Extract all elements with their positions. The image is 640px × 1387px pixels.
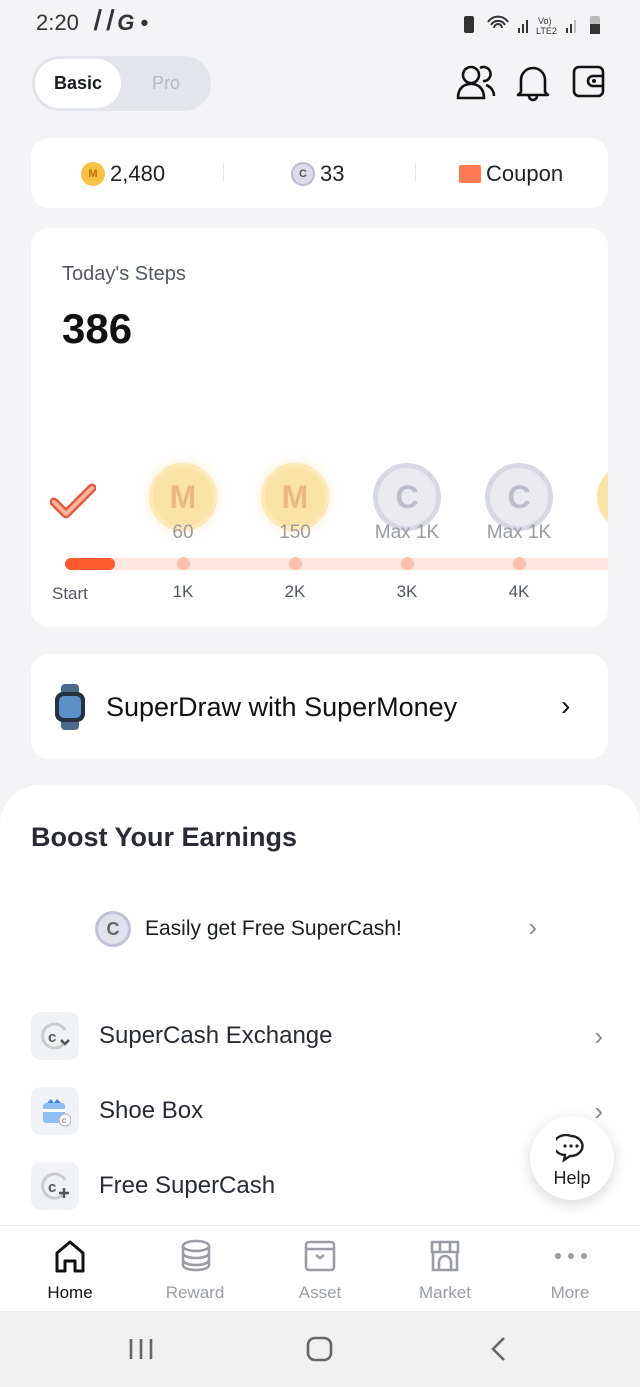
tick-label: 3K bbox=[396, 582, 418, 601]
store-icon bbox=[430, 1240, 460, 1272]
coupon-button[interactable]: Coupon bbox=[459, 161, 563, 187]
balance-card: M 2,480 C 33 Coupon bbox=[31, 138, 608, 208]
supercash-balance[interactable]: C 33 bbox=[291, 161, 344, 187]
status-time: 2:20 bbox=[36, 10, 79, 35]
tab-label: Market bbox=[419, 1283, 471, 1302]
smartwatch-icon bbox=[55, 684, 85, 730]
tab-market[interactable]: Market bbox=[381, 1225, 509, 1311]
divider bbox=[223, 164, 224, 182]
progress-fill bbox=[65, 558, 115, 570]
milestone-reward: 150 bbox=[279, 522, 311, 543]
steps-title: Today's Steps bbox=[62, 263, 186, 285]
milestone-coin-m: M bbox=[261, 463, 329, 531]
help-button[interactable]: Help bbox=[530, 1116, 614, 1200]
list-item-label: Free SuperCash bbox=[99, 1172, 276, 1199]
milestone-coin-partial bbox=[597, 463, 608, 531]
list-item-label: Shoe Box bbox=[99, 1097, 204, 1124]
superdraw-banner[interactable]: SuperDraw with SuperMoney › bbox=[31, 654, 608, 759]
supermoney-value: 2,480 bbox=[110, 161, 166, 186]
promo-label: Easily get Free SuperCash! bbox=[145, 917, 402, 940]
plan-toggle[interactable]: Basic Pro bbox=[32, 56, 211, 111]
tick-label: 4K bbox=[508, 582, 530, 601]
supercash-coin-icon: C bbox=[95, 911, 131, 947]
milestone-reward: Max 1K bbox=[374, 522, 440, 543]
tab-label: More bbox=[550, 1283, 590, 1302]
coins-stack-icon bbox=[181, 1239, 211, 1272]
list-item-shoe-box[interactable]: c Shoe Box › bbox=[31, 1085, 609, 1137]
svg-text:c: c bbox=[48, 1029, 56, 1046]
tab-asset[interactable]: Asset bbox=[256, 1225, 384, 1311]
list-item-supercash-exchange[interactable]: c SuperCash Exchange › bbox=[31, 1010, 609, 1062]
milestone-coin-c: C bbox=[373, 463, 441, 531]
tab-label: Home bbox=[47, 1283, 93, 1302]
free-supercash-promo[interactable]: C Easily get Free SuperCash! › bbox=[95, 908, 545, 950]
svg-text:c: c bbox=[48, 1179, 56, 1196]
help-label: Help bbox=[553, 1168, 591, 1188]
svg-text:LTE2: LTE2 bbox=[536, 26, 557, 36]
wallet-icon[interactable] bbox=[572, 65, 606, 99]
chevron-right-icon: › bbox=[528, 912, 537, 942]
supermoney-balance[interactable]: M 2,480 bbox=[81, 161, 165, 187]
progress-track bbox=[65, 558, 608, 570]
home-system-icon[interactable] bbox=[306, 1336, 334, 1362]
tick-label: 2K bbox=[284, 582, 306, 601]
tab-label: Reward bbox=[165, 1283, 225, 1302]
milestone-dot bbox=[177, 557, 190, 570]
svg-text:c: c bbox=[62, 1116, 66, 1125]
milestone-coin-m: M bbox=[149, 463, 217, 531]
supermoney-coin-icon: M bbox=[81, 162, 105, 186]
milestone-dot bbox=[513, 557, 526, 570]
back-icon[interactable] bbox=[490, 1336, 508, 1362]
system-nav-bar bbox=[0, 1311, 640, 1387]
list-item-free-supercash[interactable]: c Free SuperCash bbox=[31, 1160, 609, 1212]
box-icon bbox=[304, 1240, 336, 1272]
friends-icon[interactable] bbox=[456, 63, 496, 101]
bell-icon[interactable] bbox=[515, 62, 551, 102]
toggle-pro[interactable]: Pro bbox=[132, 59, 200, 108]
system-status-icons: Vo) LTE2 bbox=[462, 12, 606, 36]
chevron-right-icon: › bbox=[594, 1020, 603, 1051]
milestone-dot bbox=[401, 557, 414, 570]
shoe-box-icon: c bbox=[31, 1087, 79, 1135]
exchange-icon: c bbox=[31, 1012, 79, 1060]
steps-count: 386 bbox=[62, 305, 133, 352]
boost-title: Boost Your Earnings bbox=[31, 822, 298, 852]
supercash-coin-icon: C bbox=[291, 162, 315, 186]
milestone-reward: Max 1K bbox=[486, 522, 552, 543]
svg-text:Vo): Vo) bbox=[538, 16, 552, 26]
free-supercash-icon: c bbox=[31, 1162, 79, 1210]
notification-icons: ꟾ ꟾ G • bbox=[92, 10, 149, 35]
milestone-dot bbox=[289, 557, 302, 570]
milestone-coin-c: C bbox=[485, 463, 553, 531]
superdraw-label: SuperDraw with SuperMoney bbox=[106, 692, 458, 722]
tab-reward[interactable]: Reward bbox=[131, 1225, 259, 1311]
tick-label: 1K bbox=[172, 582, 194, 601]
tab-label: Asset bbox=[298, 1283, 342, 1302]
tab-home[interactable]: Home bbox=[6, 1225, 134, 1311]
chat-icon bbox=[556, 1134, 584, 1163]
supercash-value: 33 bbox=[320, 161, 345, 186]
home-icon bbox=[55, 1240, 85, 1273]
list-item-label: SuperCash Exchange bbox=[99, 1022, 333, 1049]
coupon-icon bbox=[459, 165, 481, 183]
tick-start: Start bbox=[52, 584, 88, 603]
milestone-reward: 60 bbox=[172, 522, 194, 543]
divider bbox=[415, 164, 416, 182]
chevron-right-icon: › bbox=[594, 1095, 603, 1126]
toggle-basic[interactable]: Basic bbox=[35, 59, 121, 108]
tab-more[interactable]: More bbox=[506, 1225, 634, 1311]
chevron-right-icon: › bbox=[561, 690, 571, 721]
check-icon bbox=[50, 483, 96, 519]
coupon-label: Coupon bbox=[486, 161, 564, 186]
more-dots-icon bbox=[555, 1253, 587, 1259]
recent-apps-icon[interactable] bbox=[128, 1337, 154, 1361]
